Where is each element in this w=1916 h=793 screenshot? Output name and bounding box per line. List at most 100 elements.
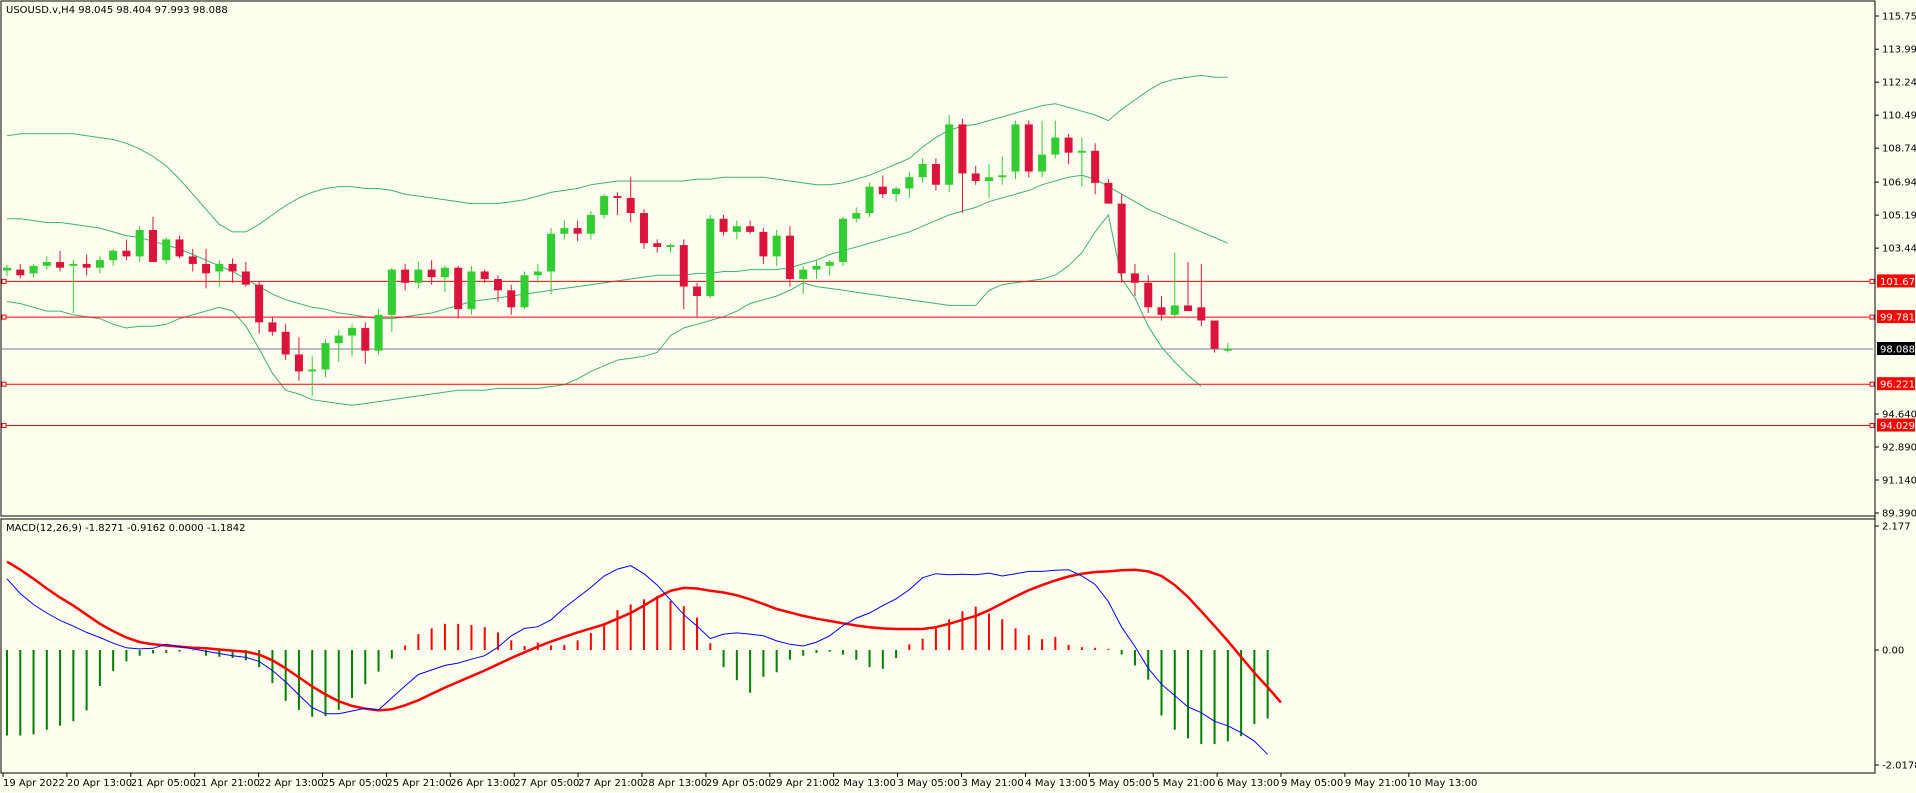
candle-bear	[480, 271, 489, 280]
candle-bear	[746, 226, 755, 232]
candle-bear	[1197, 307, 1206, 321]
time-tick-label: 25 Apr 21:00	[386, 778, 451, 789]
candle-bull	[892, 188, 901, 195]
candle-bear	[653, 243, 662, 247]
candle-bull	[29, 265, 38, 274]
candle-bull	[109, 250, 118, 261]
candle-bull	[467, 271, 476, 310]
candle-bear	[56, 262, 65, 268]
candle-bear	[255, 284, 264, 323]
macd-tick-label: 2.177	[1882, 522, 1911, 533]
candle-bear	[679, 245, 688, 287]
candle-bear	[175, 239, 184, 257]
level-anchor-left	[1, 278, 7, 284]
price-tick-label: 115.750	[1882, 12, 1916, 23]
candle-bull	[772, 235, 781, 257]
candle-bear	[507, 290, 516, 308]
candle-bull	[374, 314, 383, 351]
candle-bull	[852, 213, 861, 219]
time-tick-label: 19 Apr 2022	[3, 778, 65, 789]
candle-bull	[215, 263, 224, 272]
price-tick-label: 91.140	[1882, 476, 1916, 487]
candle-bull	[865, 186, 874, 214]
level-anchor-left	[1, 381, 7, 387]
candle-bull	[440, 267, 449, 278]
time-tick-label: 26 Apr 13:00	[450, 778, 515, 789]
candle-bear	[122, 250, 131, 257]
candle-bull	[1223, 349, 1232, 351]
time-tick-label: 29 Apr 21:00	[770, 778, 835, 789]
chart-window[interactable]: 115.750 113.990 112.240 110.490 108.740 106.9…	[0, 0, 1916, 793]
candle-bull	[547, 233, 556, 272]
candle-bear	[1117, 203, 1126, 274]
candle-bull	[839, 218, 848, 263]
candle-bull	[998, 175, 1007, 178]
level-anchor-left	[1, 314, 7, 320]
candle-bear	[148, 229, 157, 263]
price-tick-label: 103.440	[1882, 244, 1916, 255]
candle-bull	[918, 164, 927, 178]
candle-bear	[1184, 305, 1193, 312]
candle-bear	[427, 269, 436, 278]
candle-bull	[945, 124, 954, 185]
price-tick-label: 110.490	[1882, 111, 1916, 122]
macd-header: MACD(12,26,9) -1.8271 -0.9162 0.0000 -1.…	[6, 523, 245, 534]
candle-bear	[626, 197, 635, 214]
candle-bear	[639, 213, 648, 244]
level-label: 99.781	[1880, 313, 1915, 324]
candle-bull	[732, 226, 741, 232]
time-tick-label: 6 May 13:00	[1217, 778, 1279, 789]
price-tick-label: 113.990	[1882, 45, 1916, 56]
time-tick-label: 27 Apr 05:00	[514, 778, 579, 789]
price-tick-label: 108.740	[1882, 144, 1916, 155]
candle-bull	[533, 271, 542, 276]
candle-bull	[520, 275, 529, 308]
level-label: 101.673	[1880, 277, 1916, 288]
candle-bear	[82, 263, 91, 268]
time-tick-label: 9 May 21:00	[1345, 778, 1407, 789]
price-tick-label: 105.190	[1882, 211, 1916, 222]
time-tick-label: 10 May 13:00	[1409, 778, 1478, 789]
time-tick-label: 27 Apr 21:00	[578, 778, 643, 789]
candle-bear	[971, 173, 980, 181]
time-tick-label: 4 May 13:00	[1025, 778, 1087, 789]
candle-bull	[706, 218, 715, 296]
candle-bear	[493, 279, 502, 291]
candle-bull	[560, 228, 569, 234]
candle-bear	[228, 263, 237, 272]
time-tick-label: 29 Apr 05:00	[706, 778, 771, 789]
candle-bull	[308, 369, 317, 372]
time-tick-label: 21 Apr 05:00	[131, 778, 196, 789]
candle-bull	[812, 265, 821, 270]
candle-bear	[1064, 137, 1073, 153]
time-tick-label: 25 Apr 05:00	[323, 778, 388, 789]
candle-bull	[387, 269, 396, 315]
candle-bull	[1011, 124, 1020, 172]
candle-bear	[693, 286, 702, 296]
candle-bear	[294, 354, 303, 372]
candle-bear	[401, 269, 410, 283]
candle-bull	[162, 239, 171, 261]
candle-bear	[1091, 150, 1100, 183]
price-tick-label: 89.390	[1882, 509, 1916, 520]
candle-bear	[188, 256, 197, 264]
candle-bear	[1210, 320, 1219, 349]
candle-bull	[600, 196, 609, 215]
candle-bull	[135, 229, 144, 257]
time-tick-label: 20 Apr 13:00	[67, 778, 132, 789]
candle-bear	[1144, 282, 1153, 308]
candle-bear	[268, 322, 277, 332]
candle-bull	[42, 262, 51, 266]
level-label: 96.221	[1880, 380, 1915, 391]
candle-bear	[241, 271, 250, 285]
candle-bull	[95, 260, 104, 268]
candle-bear	[573, 228, 582, 234]
level-anchor-right	[1869, 381, 1875, 387]
candle-bear	[1157, 307, 1166, 315]
candle-bull	[1051, 137, 1060, 155]
candle-bull	[3, 267, 11, 271]
candle-bear	[719, 218, 728, 232]
candle-bear	[958, 124, 967, 174]
price-tick-label: 112.240	[1882, 78, 1916, 89]
candle-bull	[666, 245, 675, 247]
